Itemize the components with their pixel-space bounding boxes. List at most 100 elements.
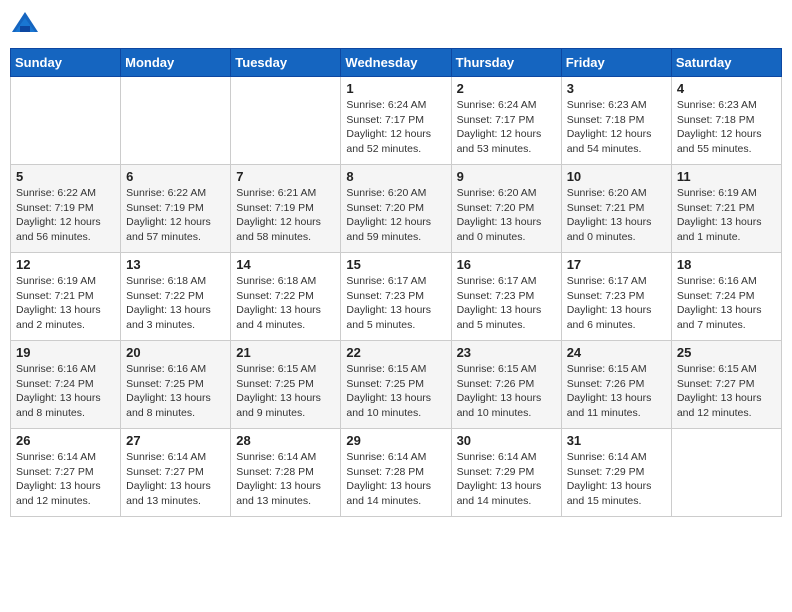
day-info: Sunrise: 6:18 AM Sunset: 7:22 PM Dayligh…	[126, 274, 225, 333]
day-number: 1	[346, 81, 445, 96]
calendar-table: SundayMondayTuesdayWednesdayThursdayFrid…	[10, 48, 782, 517]
day-cell: 16 Sunrise: 6:17 AM Sunset: 7:23 PM Dayli…	[451, 253, 561, 341]
day-cell: 14 Sunrise: 6:18 AM Sunset: 7:22 PM Dayli…	[231, 253, 341, 341]
day-number: 25	[677, 345, 776, 360]
day-number: 22	[346, 345, 445, 360]
day-info: Sunrise: 6:14 AM Sunset: 7:28 PM Dayligh…	[236, 450, 335, 509]
day-cell: 10 Sunrise: 6:20 AM Sunset: 7:21 PM Dayli…	[561, 165, 671, 253]
day-info: Sunrise: 6:14 AM Sunset: 7:27 PM Dayligh…	[126, 450, 225, 509]
day-cell: 1 Sunrise: 6:24 AM Sunset: 7:17 PM Daylig…	[341, 77, 451, 165]
day-number: 30	[457, 433, 556, 448]
day-number: 4	[677, 81, 776, 96]
day-info: Sunrise: 6:14 AM Sunset: 7:28 PM Dayligh…	[346, 450, 445, 509]
day-cell: 24 Sunrise: 6:15 AM Sunset: 7:26 PM Dayli…	[561, 341, 671, 429]
day-cell: 7 Sunrise: 6:21 AM Sunset: 7:19 PM Daylig…	[231, 165, 341, 253]
day-cell: 3 Sunrise: 6:23 AM Sunset: 7:18 PM Daylig…	[561, 77, 671, 165]
day-number: 5	[16, 169, 115, 184]
day-cell: 25 Sunrise: 6:15 AM Sunset: 7:27 PM Dayli…	[671, 341, 781, 429]
day-cell: 12 Sunrise: 6:19 AM Sunset: 7:21 PM Dayli…	[11, 253, 121, 341]
day-number: 14	[236, 257, 335, 272]
day-info: Sunrise: 6:15 AM Sunset: 7:25 PM Dayligh…	[236, 362, 335, 421]
col-header-friday: Friday	[561, 49, 671, 77]
day-cell: 28 Sunrise: 6:14 AM Sunset: 7:28 PM Dayli…	[231, 429, 341, 517]
week-row-3: 12 Sunrise: 6:19 AM Sunset: 7:21 PM Dayli…	[11, 253, 782, 341]
col-header-thursday: Thursday	[451, 49, 561, 77]
day-cell	[671, 429, 781, 517]
day-cell	[121, 77, 231, 165]
day-info: Sunrise: 6:16 AM Sunset: 7:24 PM Dayligh…	[16, 362, 115, 421]
day-info: Sunrise: 6:20 AM Sunset: 7:21 PM Dayligh…	[567, 186, 666, 245]
day-number: 7	[236, 169, 335, 184]
day-number: 28	[236, 433, 335, 448]
day-cell: 2 Sunrise: 6:24 AM Sunset: 7:17 PM Daylig…	[451, 77, 561, 165]
day-cell: 22 Sunrise: 6:15 AM Sunset: 7:25 PM Dayli…	[341, 341, 451, 429]
week-row-1: 1 Sunrise: 6:24 AM Sunset: 7:17 PM Daylig…	[11, 77, 782, 165]
day-info: Sunrise: 6:15 AM Sunset: 7:26 PM Dayligh…	[567, 362, 666, 421]
day-cell	[11, 77, 121, 165]
day-number: 23	[457, 345, 556, 360]
day-cell: 29 Sunrise: 6:14 AM Sunset: 7:28 PM Dayli…	[341, 429, 451, 517]
day-cell: 15 Sunrise: 6:17 AM Sunset: 7:23 PM Dayli…	[341, 253, 451, 341]
day-cell: 6Sunrise: 6:22 AM Sunset: 7:19 PM Daylig…	[121, 165, 231, 253]
day-cell: 20Sunrise: 6:16 AM Sunset: 7:25 PM Dayli…	[121, 341, 231, 429]
day-number: 3	[567, 81, 666, 96]
day-number: 16	[457, 257, 556, 272]
day-cell: 13 Sunrise: 6:18 AM Sunset: 7:22 PM Dayli…	[121, 253, 231, 341]
day-info: Sunrise: 6:24 AM Sunset: 7:17 PM Dayligh…	[457, 98, 556, 157]
day-number: 18	[677, 257, 776, 272]
calendar-header-row: SundayMondayTuesdayWednesdayThursdayFrid…	[11, 49, 782, 77]
day-cell: 5 Sunrise: 6:22 AM Sunset: 7:19 PM Daylig…	[11, 165, 121, 253]
day-info: Sunrise: 6:21 AM Sunset: 7:19 PM Dayligh…	[236, 186, 335, 245]
day-number: 20	[126, 345, 225, 360]
day-info: Sunrise: 6:18 AM Sunset: 7:22 PM Dayligh…	[236, 274, 335, 333]
day-info: Sunrise: 6:15 AM Sunset: 7:25 PM Dayligh…	[346, 362, 445, 421]
day-number: 10	[567, 169, 666, 184]
day-number: 15	[346, 257, 445, 272]
day-number: 6	[126, 169, 225, 184]
col-header-saturday: Saturday	[671, 49, 781, 77]
day-info: Sunrise: 6:15 AM Sunset: 7:27 PM Dayligh…	[677, 362, 776, 421]
day-cell	[231, 77, 341, 165]
day-number: 9	[457, 169, 556, 184]
day-number: 17	[567, 257, 666, 272]
day-info: Sunrise: 6:20 AM Sunset: 7:20 PM Dayligh…	[346, 186, 445, 245]
day-info: Sunrise: 6:19 AM Sunset: 7:21 PM Dayligh…	[16, 274, 115, 333]
day-info: Sunrise: 6:15 AM Sunset: 7:26 PM Dayligh…	[457, 362, 556, 421]
day-cell: 18Sunrise: 6:16 AM Sunset: 7:24 PM Dayli…	[671, 253, 781, 341]
day-number: 8	[346, 169, 445, 184]
week-row-4: 19 Sunrise: 6:16 AM Sunset: 7:24 PM Dayli…	[11, 341, 782, 429]
logo-icon	[10, 10, 40, 40]
day-info: Sunrise: 6:17 AM Sunset: 7:23 PM Dayligh…	[567, 274, 666, 333]
page-header	[10, 10, 782, 40]
day-cell: 21 Sunrise: 6:15 AM Sunset: 7:25 PM Dayli…	[231, 341, 341, 429]
day-cell: 11Sunrise: 6:19 AM Sunset: 7:21 PM Dayli…	[671, 165, 781, 253]
day-info: Sunrise: 6:17 AM Sunset: 7:23 PM Dayligh…	[457, 274, 556, 333]
day-number: 29	[346, 433, 445, 448]
col-header-wednesday: Wednesday	[341, 49, 451, 77]
col-header-monday: Monday	[121, 49, 231, 77]
day-number: 26	[16, 433, 115, 448]
day-cell: 17 Sunrise: 6:17 AM Sunset: 7:23 PM Dayli…	[561, 253, 671, 341]
day-info: Sunrise: 6:17 AM Sunset: 7:23 PM Dayligh…	[346, 274, 445, 333]
day-cell: 23 Sunrise: 6:15 AM Sunset: 7:26 PM Dayli…	[451, 341, 561, 429]
day-info: Sunrise: 6:19 AM Sunset: 7:21 PM Dayligh…	[677, 186, 776, 245]
day-info: Sunrise: 6:14 AM Sunset: 7:27 PM Dayligh…	[16, 450, 115, 509]
day-number: 24	[567, 345, 666, 360]
day-info: Sunrise: 6:14 AM Sunset: 7:29 PM Dayligh…	[567, 450, 666, 509]
day-number: 13	[126, 257, 225, 272]
day-info: Sunrise: 6:22 AM Sunset: 7:19 PM Dayligh…	[16, 186, 115, 245]
day-number: 19	[16, 345, 115, 360]
week-row-2: 5 Sunrise: 6:22 AM Sunset: 7:19 PM Daylig…	[11, 165, 782, 253]
day-info: Sunrise: 6:23 AM Sunset: 7:18 PM Dayligh…	[567, 98, 666, 157]
logo	[10, 10, 44, 40]
day-number: 12	[16, 257, 115, 272]
day-cell: 30 Sunrise: 6:14 AM Sunset: 7:29 PM Dayli…	[451, 429, 561, 517]
day-info: Sunrise: 6:24 AM Sunset: 7:17 PM Dayligh…	[346, 98, 445, 157]
col-header-sunday: Sunday	[11, 49, 121, 77]
day-cell: 8 Sunrise: 6:20 AM Sunset: 7:20 PM Daylig…	[341, 165, 451, 253]
day-number: 21	[236, 345, 335, 360]
day-info: Sunrise: 6:14 AM Sunset: 7:29 PM Dayligh…	[457, 450, 556, 509]
day-number: 31	[567, 433, 666, 448]
day-number: 2	[457, 81, 556, 96]
day-number: 27	[126, 433, 225, 448]
